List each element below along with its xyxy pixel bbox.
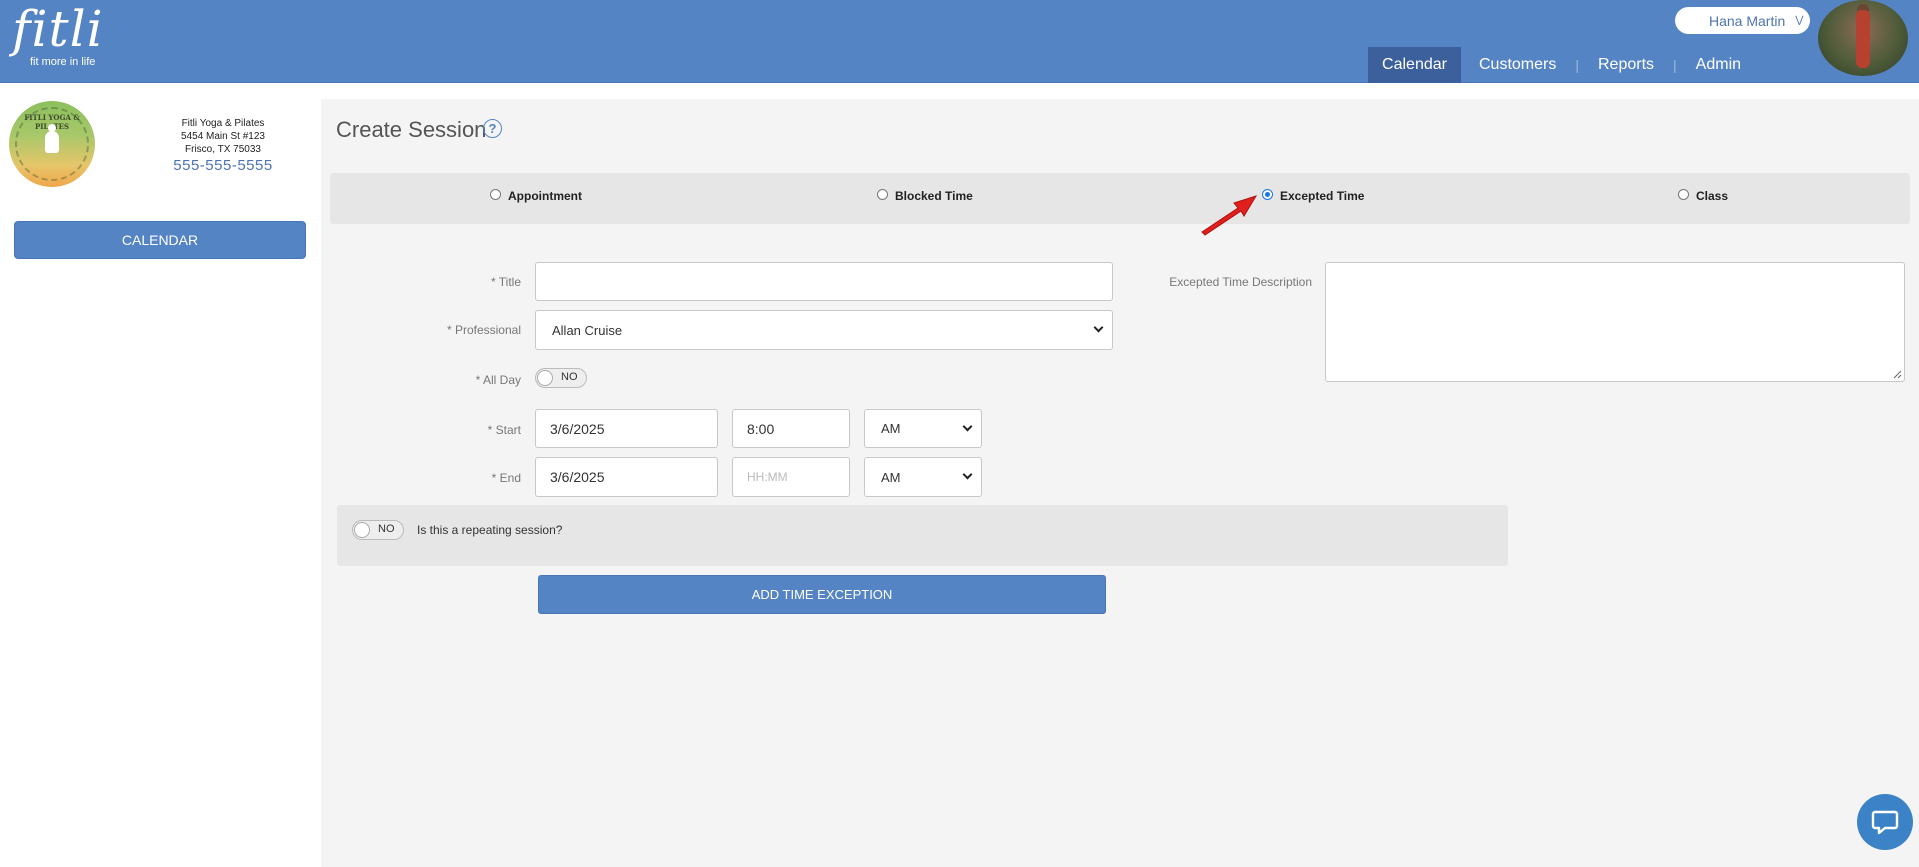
studio-logo: FITLI YOGA & PILATES [9, 101, 95, 187]
top-header: fitli fit more in life Hana Martin ⋁ Cal… [0, 0, 1919, 83]
start-time-input[interactable]: 8:00 [732, 409, 850, 448]
chat-button[interactable] [1857, 794, 1913, 850]
radio-blocked-time[interactable]: Blocked Time [877, 189, 973, 203]
end-time-input[interactable]: HH:MM [732, 457, 850, 497]
nav-reports[interactable]: Reports [1581, 47, 1671, 83]
main-nav: Calendar Customers | Reports | Admin [1368, 47, 1758, 83]
radio-appointment-label: Appointment [508, 189, 582, 203]
studio-phone[interactable]: 555-555-5555 [150, 157, 296, 174]
chat-bubble-icon [1871, 810, 1899, 835]
nav-reports-label: Reports [1598, 56, 1655, 73]
calendar-button[interactable]: CALENDAR [14, 221, 306, 259]
studio-address: Fitli Yoga & Pilates 5454 Main St #123 F… [150, 117, 296, 156]
start-label: * Start [487, 423, 521, 437]
nav-customers[interactable]: Customers [1461, 47, 1573, 83]
end-date-input[interactable]: 3/6/2025 [535, 457, 718, 497]
end-label: * End [491, 471, 521, 485]
fitli-logo[interactable]: fitli fit more in life [12, 0, 104, 68]
title-label: * Title [490, 275, 521, 289]
all-day-label: * All Day [475, 373, 521, 387]
meditation-icon [45, 131, 59, 153]
all-day-toggle[interactable]: NO [535, 368, 587, 388]
professional-select[interactable]: Allan Cruise [535, 310, 1113, 350]
help-icon[interactable]: ? [483, 119, 502, 138]
radio-blocked-time-label: Blocked Time [895, 189, 973, 203]
logo-word: fitli [12, 0, 104, 58]
avatar-figure-shape [1856, 10, 1870, 68]
repeat-toggle-text: NO [378, 523, 395, 535]
nav-admin-label: Admin [1695, 56, 1742, 73]
end-ampm-select[interactable]: AM [864, 457, 982, 497]
studio-address-line1: 5454 Main St #123 [181, 131, 265, 142]
studio-name: Fitli Yoga & Pilates [181, 118, 265, 129]
radio-button-checked[interactable] [1262, 189, 1273, 200]
repeat-question: Is this a repeating session? [417, 523, 563, 537]
page-title: Create Session [336, 117, 487, 142]
resize-grip-icon[interactable] [1892, 369, 1902, 379]
add-time-exception-button[interactable]: ADD TIME EXCEPTION [538, 575, 1106, 614]
chevron-down-icon [962, 421, 973, 431]
studio-address-line2: Frisco, TX 75033 [185, 144, 261, 155]
all-day-toggle-text: NO [561, 371, 578, 383]
nav-divider: | [1673, 57, 1677, 73]
description-label: Excepted Time Description [1169, 275, 1312, 289]
radio-class[interactable]: Class [1678, 189, 1728, 203]
repeat-toggle[interactable]: NO [352, 520, 404, 540]
nav-divider: | [1575, 57, 1579, 73]
chevron-down-icon: ⋁ [1795, 15, 1804, 26]
nav-calendar[interactable]: Calendar [1368, 47, 1461, 83]
start-date-input[interactable]: 3/6/2025 [535, 409, 718, 448]
start-ampm-value: AM [881, 421, 901, 436]
title-input[interactable] [535, 262, 1113, 301]
chevron-down-icon [962, 469, 973, 480]
end-ampm-value: AM [881, 469, 901, 485]
radio-button[interactable] [877, 189, 888, 200]
start-ampm-select[interactable]: AM [864, 409, 982, 448]
chevron-down-icon [1093, 322, 1104, 333]
radio-button[interactable] [1678, 189, 1689, 200]
logo-tagline: fit more in life [30, 56, 96, 68]
professional-label: * Professional [446, 323, 521, 337]
avatar[interactable] [1818, 0, 1908, 76]
user-menu[interactable]: Hana Martin ⋁ [1675, 7, 1810, 34]
radio-button[interactable] [490, 189, 501, 200]
toggle-knob [354, 522, 370, 538]
toggle-knob [537, 370, 553, 386]
nav-customers-label: Customers [1479, 56, 1557, 73]
red-arrow-annotation-icon [1201, 195, 1258, 236]
nav-calendar-label: Calendar [1382, 56, 1447, 73]
user-name: Hana Martin [1709, 12, 1786, 29]
radio-excepted-time-label: Excepted Time [1280, 189, 1365, 203]
professional-value: Allan Cruise [552, 322, 623, 338]
nav-admin[interactable]: Admin [1679, 47, 1758, 83]
radio-excepted-time[interactable]: Excepted Time [1262, 189, 1364, 203]
description-textarea[interactable] [1325, 262, 1905, 382]
radio-appointment[interactable]: Appointment [490, 189, 582, 203]
radio-class-label: Class [1696, 189, 1729, 203]
